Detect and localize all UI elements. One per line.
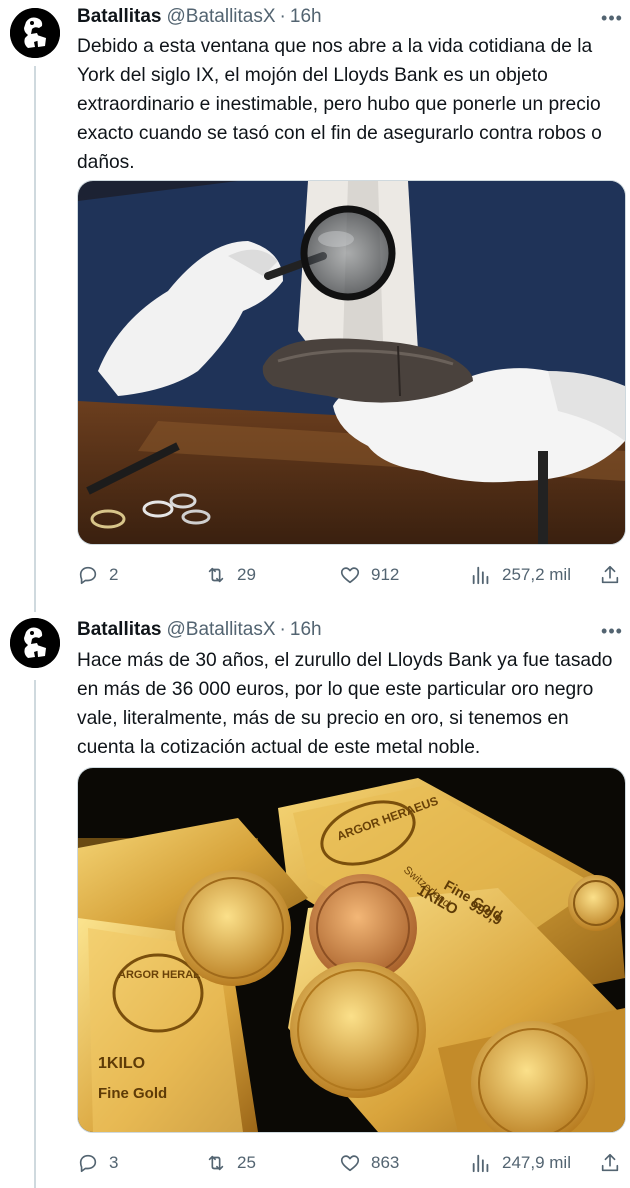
separator: · bbox=[279, 619, 286, 640]
display-name[interactable]: Batallitas bbox=[77, 619, 161, 641]
reply-button[interactable]: 2 bbox=[77, 562, 118, 588]
avatar-image bbox=[10, 618, 60, 668]
timestamp[interactable]: 16h bbox=[290, 6, 322, 28]
retweet-button[interactable]: 25 bbox=[205, 1150, 256, 1176]
share-button[interactable] bbox=[599, 562, 621, 588]
share-icon bbox=[601, 565, 619, 584]
user-handle[interactable]: @BatallitasX bbox=[166, 619, 275, 641]
views-button[interactable]: 257,2 mil bbox=[470, 562, 571, 588]
more-button[interactable]: ••• bbox=[599, 621, 625, 641]
reply-icon bbox=[79, 566, 97, 585]
heart-icon bbox=[340, 567, 360, 584]
timestamp[interactable]: 16h bbox=[290, 619, 322, 641]
more-button[interactable]: ••• bbox=[599, 8, 625, 28]
like-button[interactable]: 912 bbox=[339, 562, 399, 588]
analytics-icon bbox=[472, 566, 489, 585]
thread-line-bottom bbox=[34, 680, 36, 1188]
like-button[interactable]: 863 bbox=[339, 1150, 399, 1176]
bar-stamp: 1KILO bbox=[98, 1055, 145, 1072]
retweet-icon bbox=[208, 1155, 224, 1171]
retweet-count: 25 bbox=[237, 1153, 256, 1172]
avatar[interactable] bbox=[10, 618, 60, 668]
avatar-image bbox=[10, 8, 60, 58]
share-icon bbox=[601, 1153, 619, 1172]
tweet-text: Hace más de 30 años, el zurullo del Lloy… bbox=[77, 650, 613, 758]
reply-count: 2 bbox=[109, 565, 119, 584]
reply-button[interactable]: 3 bbox=[77, 1150, 118, 1176]
like-count: 912 bbox=[371, 565, 400, 584]
display-name[interactable]: Batallitas bbox=[77, 6, 161, 28]
reply-count: 3 bbox=[109, 1153, 119, 1172]
like-count: 863 bbox=[371, 1153, 400, 1172]
share-button[interactable] bbox=[599, 1150, 621, 1176]
views-count: 247,9 mil bbox=[502, 1153, 571, 1172]
user-handle[interactable]: @BatallitasX bbox=[166, 6, 275, 28]
more-icon: ••• bbox=[601, 620, 623, 641]
heart-icon bbox=[340, 1155, 360, 1172]
tweet-2[interactable]: Batallitas @BatallitasX · 16h ••• Hace m… bbox=[0, 612, 630, 1188]
views-button[interactable]: 247,9 mil bbox=[470, 1150, 571, 1176]
separator: · bbox=[279, 6, 286, 27]
retweet-icon bbox=[208, 567, 224, 583]
retweet-button[interactable]: 29 bbox=[205, 562, 256, 588]
gold-bars-photo: ARGOR HERAEUS Switzerland 1KILO Fine Gol… bbox=[78, 768, 625, 1132]
tweet-actions: 2 29 912 257,2 mil bbox=[77, 562, 625, 588]
appraisal-photo bbox=[78, 181, 625, 544]
tweet-media-gold-bars-photo[interactable]: ARGOR HERAEUS Switzerland 1KILO Fine Gol… bbox=[77, 767, 626, 1133]
tweet-header: Batallitas @BatallitasX · 16h bbox=[77, 4, 322, 30]
tweet-text: Debido a esta ventana que nos abre a la … bbox=[77, 36, 602, 173]
analytics-icon bbox=[472, 1154, 489, 1173]
tweet-actions: 3 25 863 247,9 mil bbox=[77, 1150, 625, 1176]
tweet-1[interactable]: Batallitas @BatallitasX · 16h ••• Debido… bbox=[0, 0, 630, 610]
tweet-header: Batallitas @BatallitasX · 16h bbox=[77, 617, 322, 643]
reply-icon bbox=[79, 1154, 97, 1173]
avatar[interactable] bbox=[10, 8, 60, 58]
views-count: 257,2 mil bbox=[502, 565, 571, 584]
bar-stamp: Fine Gold bbox=[98, 1085, 167, 1102]
tweet-media-appraisal-photo[interactable] bbox=[77, 180, 626, 545]
more-icon: ••• bbox=[601, 7, 623, 28]
retweet-count: 29 bbox=[237, 565, 256, 584]
